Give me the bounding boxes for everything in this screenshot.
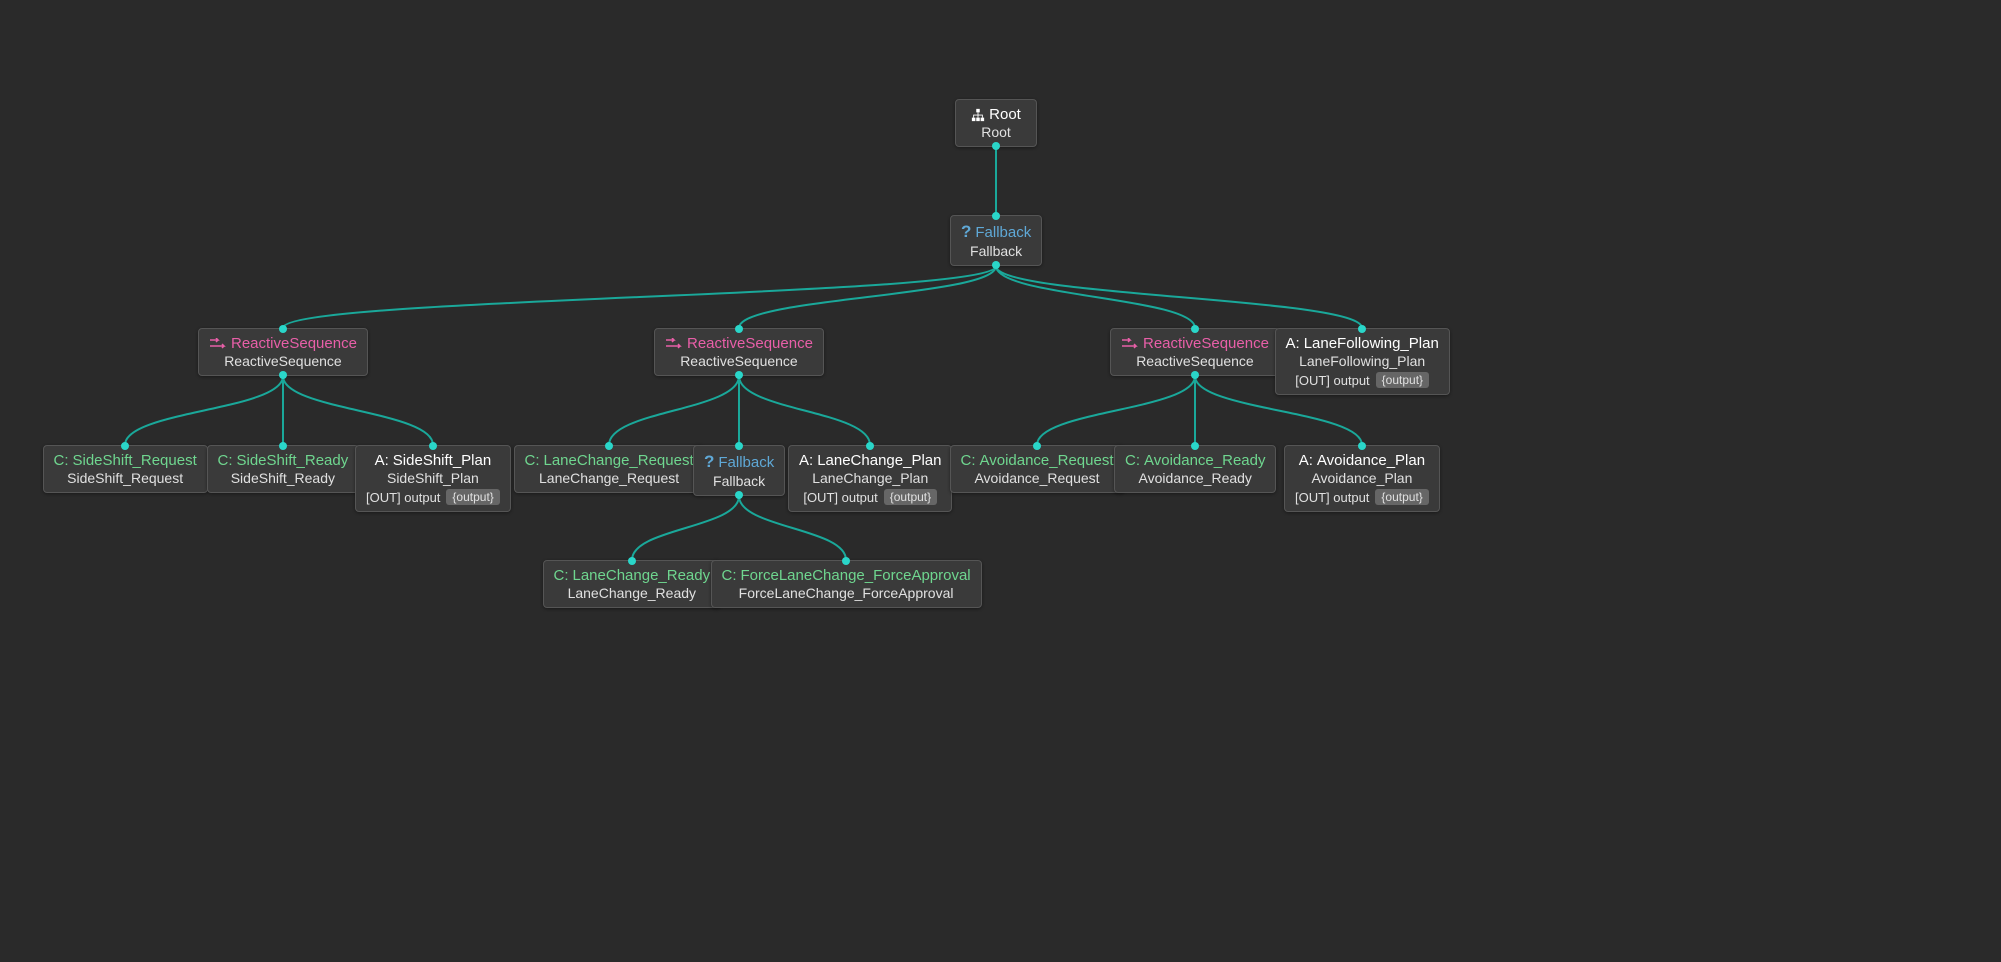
- port-in[interactable]: [735, 442, 743, 450]
- fallback-icon: ?: [704, 452, 714, 472]
- node-lc_req[interactable]: C:LaneChange_RequestLaneChange_Request: [514, 445, 705, 493]
- node-name: ReactiveSequence: [209, 353, 357, 369]
- node-title: A:LaneFollowing_Plan: [1286, 335, 1439, 352]
- port-in[interactable]: [842, 557, 850, 565]
- node-name: ReactiveSequence: [665, 353, 813, 369]
- node-name: LaneChange_Plan: [799, 470, 941, 486]
- node-lc_rdy[interactable]: C:LaneChange_ReadyLaneChange_Ready: [543, 560, 722, 608]
- node-lf[interactable]: A:LaneFollowing_PlanLaneFollowing_Plan [O…: [1275, 328, 1450, 395]
- action-icon: A:: [375, 452, 389, 469]
- node-title: C:Avoidance_Request: [961, 452, 1114, 469]
- port-in[interactable]: [121, 442, 129, 450]
- node-rs2[interactable]: ReactiveSequenceReactiveSequence: [654, 328, 824, 376]
- node-name: Avoidance_Request: [961, 470, 1114, 486]
- root-icon: [971, 108, 985, 122]
- node-output-port: [OUT] output{output}: [1286, 372, 1439, 388]
- node-name: Avoidance_Plan: [1295, 470, 1429, 486]
- node-fb2[interactable]: ?FallbackFallback: [693, 445, 785, 496]
- behavior-tree-canvas[interactable]: RootRoot?FallbackFallbackReactiveSequenc…: [0, 0, 2001, 962]
- action-icon: A:: [1286, 335, 1300, 352]
- node-title: ReactiveSequence: [209, 335, 357, 352]
- port-in[interactable]: [628, 557, 636, 565]
- port-in[interactable]: [1191, 442, 1199, 450]
- condition-icon: C:: [218, 452, 233, 469]
- condition-icon: C:: [1125, 452, 1140, 469]
- node-name: SideShift_Ready: [218, 470, 349, 486]
- node-flc[interactable]: C:ForceLaneChange_ForceApprovalForceLane…: [711, 560, 982, 608]
- node-root[interactable]: RootRoot: [955, 99, 1037, 147]
- node-ss_plan[interactable]: A:SideShift_PlanSideShift_Plan [OUT] outp…: [355, 445, 511, 512]
- node-title: C:LaneChange_Request: [525, 452, 694, 469]
- action-icon: A:: [799, 452, 813, 469]
- node-ss_rdy[interactable]: C:SideShift_ReadySideShift_Ready: [207, 445, 360, 493]
- port-in[interactable]: [735, 325, 743, 333]
- port-in[interactable]: [1358, 325, 1366, 333]
- port-in[interactable]: [605, 442, 613, 450]
- node-title: ReactiveSequence: [1121, 335, 1269, 352]
- node-title: ?Fallback: [961, 222, 1031, 242]
- node-name: LaneFollowing_Plan: [1286, 353, 1439, 369]
- node-name: Root: [966, 124, 1026, 140]
- node-name: ForceLaneChange_ForceApproval: [722, 585, 971, 601]
- reactivesequence-icon: [209, 338, 227, 350]
- port-out[interactable]: [1191, 371, 1199, 379]
- condition-icon: C:: [525, 452, 540, 469]
- condition-icon: C:: [54, 452, 69, 469]
- node-name: Fallback: [704, 473, 774, 489]
- condition-icon: C:: [722, 567, 737, 584]
- node-name: SideShift_Request: [54, 470, 197, 486]
- node-title: C:LaneChange_Ready: [554, 567, 711, 584]
- node-name: ReactiveSequence: [1121, 353, 1269, 369]
- node-output-port: [OUT] output{output}: [799, 489, 941, 505]
- port-out[interactable]: [735, 491, 743, 499]
- node-name: LaneChange_Request: [525, 470, 694, 486]
- port-in[interactable]: [429, 442, 437, 450]
- action-icon: A:: [1299, 452, 1313, 469]
- node-name: Avoidance_Ready: [1125, 470, 1265, 486]
- node-title: A:Avoidance_Plan: [1295, 452, 1429, 469]
- node-title: C:ForceLaneChange_ForceApproval: [722, 567, 971, 584]
- node-title: ReactiveSequence: [665, 335, 813, 352]
- node-title: A:SideShift_Plan: [366, 452, 500, 469]
- port-out[interactable]: [735, 371, 743, 379]
- node-output-port: [OUT] output{output}: [366, 489, 500, 505]
- node-title: ?Fallback: [704, 452, 774, 472]
- port-in[interactable]: [866, 442, 874, 450]
- condition-icon: C:: [961, 452, 976, 469]
- node-name: Fallback: [961, 243, 1031, 259]
- port-in[interactable]: [279, 325, 287, 333]
- port-in[interactable]: [279, 442, 287, 450]
- node-title: Root: [966, 106, 1026, 123]
- port-in[interactable]: [992, 212, 1000, 220]
- reactivesequence-icon: [665, 338, 683, 350]
- node-name: LaneChange_Ready: [554, 585, 711, 601]
- node-title: C:Avoidance_Ready: [1125, 452, 1265, 469]
- port-out[interactable]: [992, 142, 1000, 150]
- node-ss_req[interactable]: C:SideShift_RequestSideShift_Request: [43, 445, 208, 493]
- node-lc_plan[interactable]: A:LaneChange_PlanLaneChange_Plan [OUT] ou…: [788, 445, 952, 512]
- port-in[interactable]: [1033, 442, 1041, 450]
- node-av_plan[interactable]: A:Avoidance_PlanAvoidance_Plan [OUT] outp…: [1284, 445, 1440, 512]
- node-title: A:LaneChange_Plan: [799, 452, 941, 469]
- node-rs3[interactable]: ReactiveSequenceReactiveSequence: [1110, 328, 1280, 376]
- node-av_req[interactable]: C:Avoidance_RequestAvoidance_Request: [950, 445, 1125, 493]
- node-fb1[interactable]: ?FallbackFallback: [950, 215, 1042, 266]
- node-rs1[interactable]: ReactiveSequenceReactiveSequence: [198, 328, 368, 376]
- condition-icon: C:: [554, 567, 569, 584]
- node-title: C:SideShift_Request: [54, 452, 197, 469]
- port-out[interactable]: [992, 261, 1000, 269]
- port-in[interactable]: [1191, 325, 1199, 333]
- port-out[interactable]: [279, 371, 287, 379]
- reactivesequence-icon: [1121, 338, 1139, 350]
- node-name: SideShift_Plan: [366, 470, 500, 486]
- fallback-icon: ?: [961, 222, 971, 242]
- node-av_rdy[interactable]: C:Avoidance_ReadyAvoidance_Ready: [1114, 445, 1276, 493]
- node-title: C:SideShift_Ready: [218, 452, 349, 469]
- port-in[interactable]: [1358, 442, 1366, 450]
- node-output-port: [OUT] output{output}: [1295, 489, 1429, 505]
